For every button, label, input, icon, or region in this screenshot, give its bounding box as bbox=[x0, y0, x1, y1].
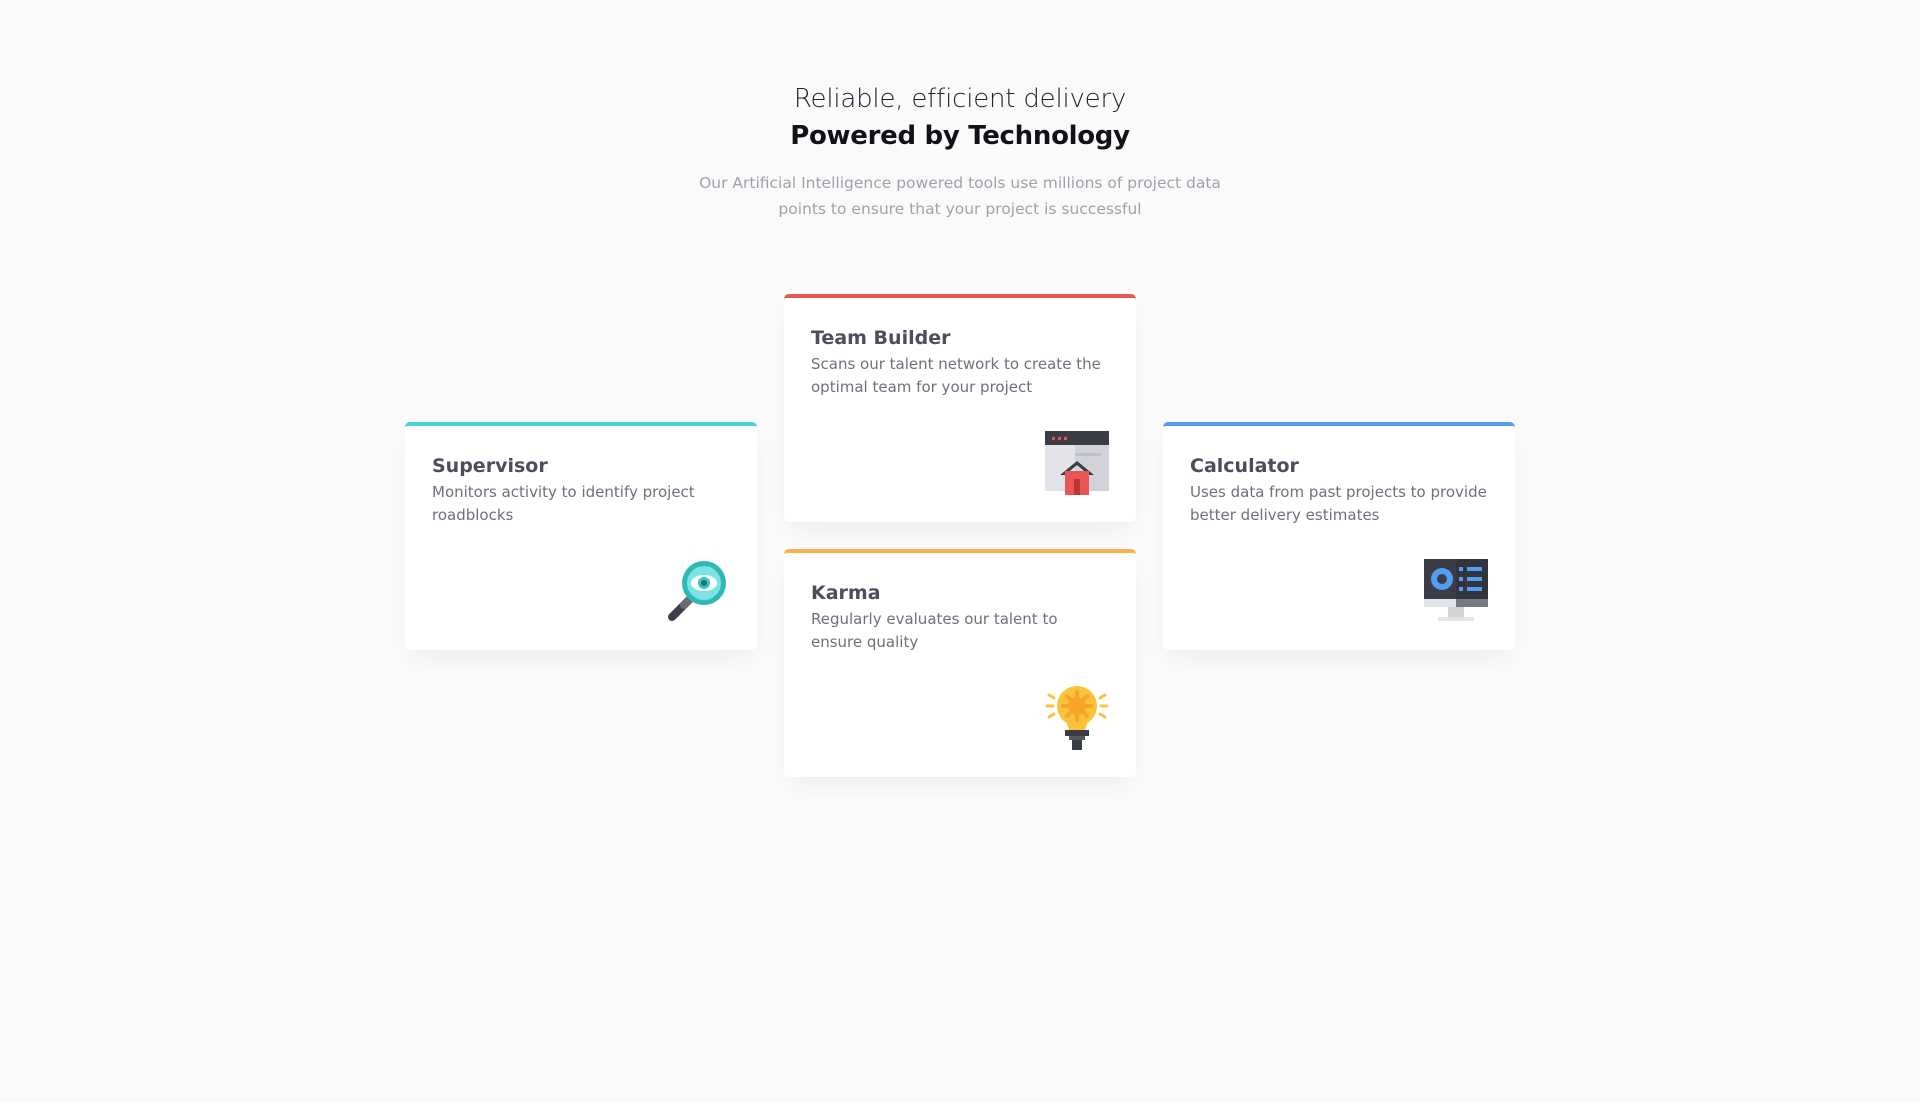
section-intro: Our Artificial Intelligence powered tool… bbox=[699, 174, 1221, 218]
card-description: Scans our talent network to create the o… bbox=[811, 355, 1101, 396]
card-title: Team Builder bbox=[811, 327, 951, 349]
card-title: Supervisor bbox=[432, 455, 548, 477]
card-calculator: Calculator Uses data from past projects … bbox=[1163, 422, 1515, 650]
card-karma: Karma Regularly evaluates our talent to … bbox=[784, 549, 1136, 777]
card-team-builder: Team Builder Scans our talent network to… bbox=[784, 294, 1136, 522]
section-title: Powered by Technology bbox=[790, 121, 1130, 151]
card-description: Uses data from past projects to provide … bbox=[1190, 483, 1487, 524]
team-builder-icon bbox=[1045, 431, 1109, 495]
features-page: Reliable, efficient delivery Powered by … bbox=[0, 0, 1920, 1103]
magnifier-eye-icon bbox=[668, 561, 726, 621]
section-subtitle: Reliable, efficient delivery bbox=[793, 84, 1127, 114]
monitor-calculator-icon bbox=[1424, 559, 1488, 621]
card-title: Calculator bbox=[1190, 455, 1299, 477]
lightbulb-icon bbox=[1045, 686, 1109, 750]
card-supervisor: Supervisor Monitors activity to identify… bbox=[405, 422, 757, 650]
card-description: Monitors activity to identify project ro… bbox=[432, 483, 695, 524]
section-header: Reliable, efficient delivery Powered by … bbox=[0, 82, 1920, 222]
card-title: Karma bbox=[811, 582, 881, 604]
card-description: Regularly evaluates our talent to ensure… bbox=[811, 610, 1058, 651]
